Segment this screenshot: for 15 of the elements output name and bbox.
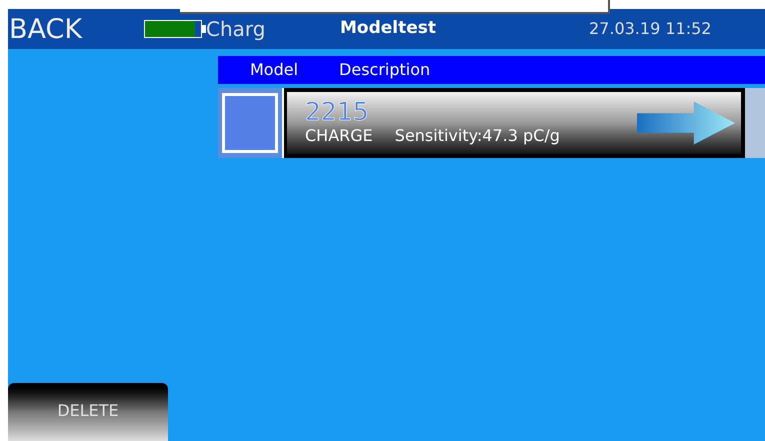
- checkbox[interactable]: [222, 93, 278, 153]
- window-title: Modeltest: [340, 17, 436, 40]
- scrollbar[interactable]: [745, 88, 765, 158]
- delete-button[interactable]: DELETE: [8, 383, 168, 441]
- battery-label: Charg: [206, 16, 266, 43]
- column-header[interactable]: Model: [250, 58, 298, 82]
- back-button[interactable]: BACK: [9, 16, 129, 42]
- column-header[interactable]: Description: [339, 58, 430, 82]
- model-number: 2215: [305, 99, 370, 125]
- battery-icon: [144, 20, 206, 38]
- description: Sensitivity:47.3 pC/g: [394, 125, 560, 147]
- list-item[interactable]: 2215 CHARGE Sensitivity:47.3 pC/g: [287, 92, 741, 154]
- datetime: 27.03.19 11:52: [589, 18, 712, 40]
- arrow-icon[interactable]: [637, 101, 735, 145]
- sensor-type: CHARGE: [305, 125, 373, 147]
